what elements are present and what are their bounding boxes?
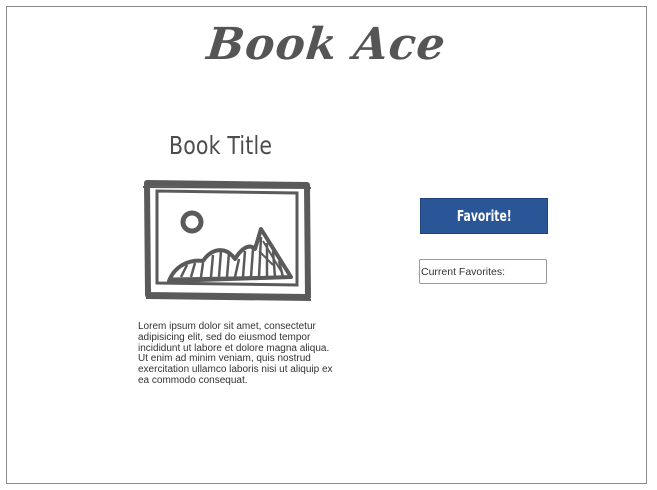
current-favorites-box[interactable]: Current Favorites: (419, 259, 547, 284)
book-description: Lorem ipsum dolor sit amet, consectetur … (138, 321, 333, 386)
app-window: Book Ace Book Title Lorem ipsum dolor si… (6, 6, 647, 484)
favorite-button-label: Favorite! (456, 207, 512, 225)
favorite-button[interactable]: Favorite! (420, 198, 548, 234)
image-placeholder-icon (142, 180, 312, 301)
current-favorites-label: Current Favorites: (421, 265, 506, 278)
book-cover-image (141, 179, 315, 303)
book-title: Book Title (169, 131, 273, 160)
app-logo: Book Ace (204, 19, 449, 70)
